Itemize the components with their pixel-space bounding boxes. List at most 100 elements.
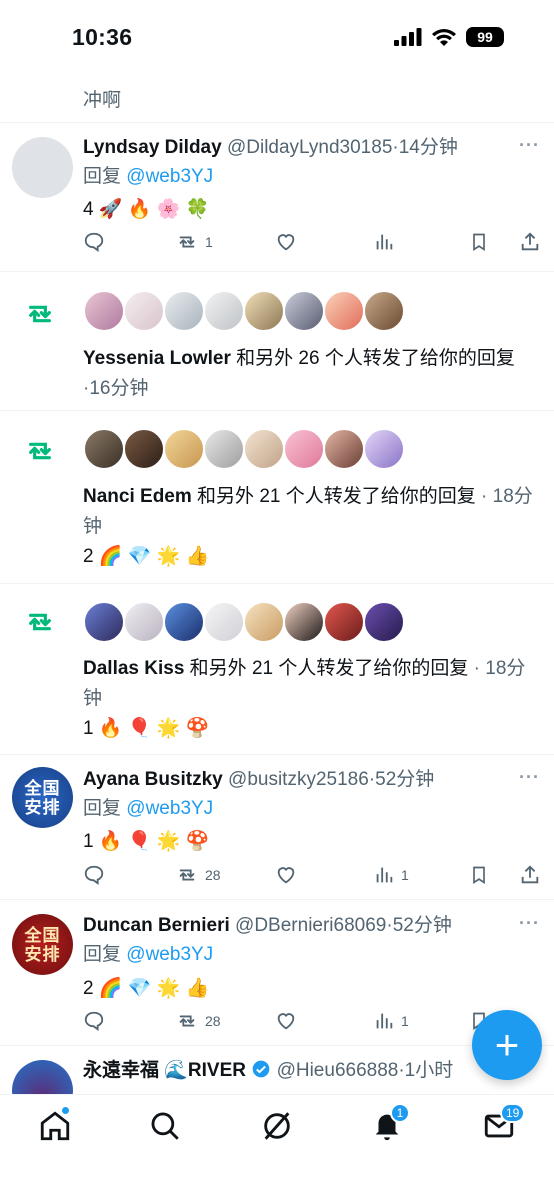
avatar[interactable] — [283, 601, 325, 643]
retweet-summary: Dallas Kiss 和另外 21 个人转发了给你的回复 · 18分钟 — [83, 658, 526, 709]
list-item[interactable]: 全国 安排 Ayana Busitzky @busitzky25186·52分钟… — [0, 755, 554, 900]
retweet-icon — [179, 236, 195, 248]
like-button[interactable] — [275, 1010, 297, 1032]
nav-grok[interactable] — [260, 1109, 294, 1143]
author-handle: @Hieu666888 — [276, 1060, 399, 1081]
avatar[interactable] — [163, 290, 205, 332]
avatar[interactable] — [243, 290, 285, 332]
tweet-text: 2 🌈 💎 🌟 👍 — [83, 546, 210, 567]
share-button[interactable] — [519, 864, 541, 886]
avatar[interactable] — [323, 428, 365, 470]
avatar-stack — [83, 428, 423, 470]
avatar-stack — [83, 290, 423, 332]
list-item[interactable]: 全国 安排 Duncan Bernieri @DBernieri68069·52… — [0, 900, 554, 1046]
author-handle: @DBernieri68069 — [235, 915, 387, 936]
nav-home[interactable] — [38, 1106, 72, 1143]
notification-badge: 1 — [390, 1103, 410, 1123]
tweet-text: 1 🔥 🎈 🌟 🍄 — [83, 831, 210, 852]
avatar[interactable]: 全国 安排 — [12, 767, 73, 828]
list-item[interactable]: Lyndsay Dilday @DildayLynd30185·14分钟 ···… — [0, 123, 554, 272]
share-icon — [521, 865, 539, 884]
author-handle: @busitzky25186 — [228, 769, 369, 790]
cellular-signal-icon — [394, 28, 422, 46]
author-name[interactable]: Ayana Busitzky — [83, 769, 223, 790]
reply-button[interactable] — [83, 1010, 105, 1032]
retweet-icon — [179, 869, 195, 881]
views-button[interactable]: 1 — [373, 1010, 409, 1032]
list-item[interactable]: Dallas Kiss 和另外 21 个人转发了给你的回复 · 18分钟 1 🔥… — [0, 584, 554, 755]
retweet-count: 28 — [205, 1013, 221, 1029]
avatar[interactable] — [163, 428, 205, 470]
author-handle: @DildayLynd30185 — [226, 137, 393, 158]
avatar[interactable] — [83, 601, 125, 643]
avatar[interactable] — [203, 290, 245, 332]
author-name[interactable]: Yessenia Lowler — [83, 348, 231, 369]
bookmark-button[interactable] — [469, 231, 489, 253]
retweet-icon — [29, 305, 51, 323]
nav-search[interactable] — [148, 1109, 182, 1143]
more-icon[interactable]: ··· — [519, 913, 540, 934]
avatar[interactable] — [323, 290, 365, 332]
action-bar: 28 1 — [83, 864, 543, 890]
avatar[interactable] — [203, 428, 245, 470]
views-icon — [376, 867, 393, 883]
avatar[interactable] — [323, 601, 365, 643]
reply-button[interactable] — [83, 864, 105, 886]
avatar[interactable] — [123, 290, 165, 332]
reply-mention[interactable]: @web3YJ — [126, 798, 213, 819]
avatar[interactable] — [12, 137, 73, 198]
list-item[interactable]: Nanci Edem 和另外 21 个人转发了给你的回复 · 18分钟 2 🌈 … — [0, 411, 554, 584]
reply-button[interactable] — [83, 231, 105, 253]
share-button[interactable] — [519, 231, 541, 253]
reply-context: 回复 @web3YJ — [83, 798, 214, 819]
author-name[interactable]: Lyndsay Dilday — [83, 137, 222, 158]
reply-mention[interactable]: @web3YJ — [126, 166, 213, 187]
grok-icon — [264, 1112, 290, 1140]
retweet-button[interactable]: 28 — [175, 864, 221, 886]
avatar[interactable] — [243, 428, 285, 470]
retweet-icon — [179, 1015, 195, 1027]
retweet-count: 1 — [205, 234, 213, 250]
timestamp: 16分钟 — [89, 378, 149, 399]
avatar[interactable] — [83, 428, 125, 470]
retweet-button[interactable]: 28 — [175, 1010, 221, 1032]
like-button[interactable] — [275, 231, 297, 253]
nav-messages[interactable]: 19 — [482, 1103, 526, 1143]
avatar[interactable] — [363, 290, 405, 332]
timestamp: 52分钟 — [392, 915, 452, 936]
retweet-button[interactable]: 1 — [175, 231, 213, 253]
nav-notifications[interactable]: 1 — [370, 1103, 410, 1143]
avatar[interactable] — [123, 428, 165, 470]
reply-mention[interactable]: @web3YJ — [126, 944, 213, 965]
avatar[interactable] — [123, 601, 165, 643]
heart-icon — [277, 1013, 295, 1030]
avatar[interactable] — [363, 601, 405, 643]
views-button[interactable] — [373, 231, 395, 253]
avatar[interactable] — [243, 601, 285, 643]
author-name[interactable]: Dallas Kiss — [83, 658, 184, 679]
avatar[interactable] — [83, 290, 125, 332]
more-icon[interactable]: ··· — [519, 767, 540, 788]
retweet-summary: Yessenia Lowler 和另外 26 个人转发了给你的回复 ·16分钟 — [83, 348, 515, 399]
heart-icon — [277, 867, 295, 884]
avatar[interactable] — [283, 290, 325, 332]
avatar[interactable]: 全国 安排 — [12, 914, 73, 975]
views-button[interactable]: 1 — [373, 864, 409, 886]
avatar[interactable] — [163, 601, 205, 643]
comment-icon — [84, 232, 104, 253]
author-name[interactable]: Nanci Edem — [83, 486, 192, 507]
bookmark-button[interactable] — [469, 864, 489, 886]
like-button[interactable] — [275, 864, 297, 886]
author-name[interactable]: 永遠幸福 🌊RIVER — [83, 1060, 246, 1081]
more-icon[interactable]: ··· — [519, 135, 540, 156]
list-item[interactable]: Yessenia Lowler 和另外 26 个人转发了给你的回复 ·16分钟 — [0, 272, 554, 411]
author-name[interactable]: Duncan Bernieri — [83, 915, 230, 936]
share-icon — [521, 232, 539, 251]
compose-button[interactable]: + — [472, 1010, 542, 1080]
avatar[interactable] — [283, 428, 325, 470]
wifi-icon — [432, 28, 456, 46]
clock: 10:36 — [72, 24, 133, 50]
avatar[interactable] — [203, 601, 245, 643]
views-icon — [376, 1013, 393, 1029]
avatar[interactable] — [363, 428, 405, 470]
